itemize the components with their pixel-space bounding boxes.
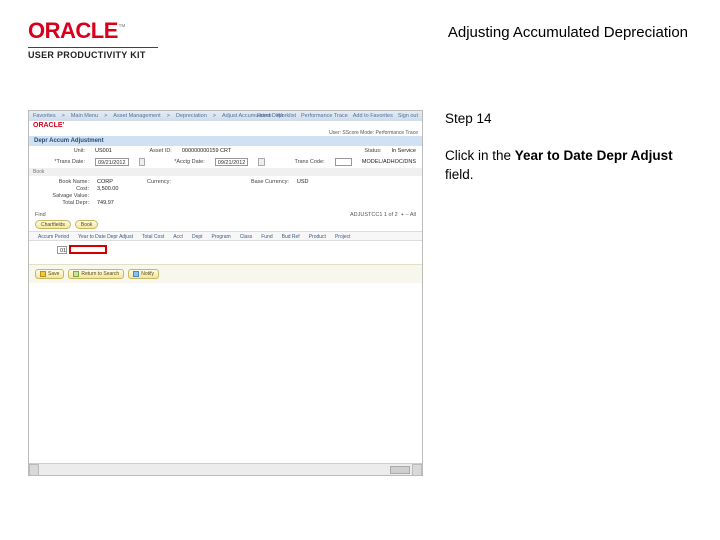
instruction-target: Year to Date Depr Adjust bbox=[515, 148, 673, 163]
label-acct-date: *Acctg Date: bbox=[155, 159, 205, 165]
tab-ytd-depr-adjust[interactable]: Year to Date Depr Adjust bbox=[75, 234, 136, 240]
calendar-icon[interactable] bbox=[139, 158, 145, 166]
link-signout[interactable]: Sign out bbox=[398, 113, 418, 119]
notify-button-label: Notify bbox=[141, 271, 154, 277]
notify-icon bbox=[133, 271, 139, 277]
input-trans-date[interactable]: 09/21/2012 bbox=[95, 158, 129, 166]
horizontal-scrollbar[interactable] bbox=[29, 463, 422, 475]
calendar-icon[interactable] bbox=[258, 158, 264, 166]
chartfields-button[interactable]: Chartfields bbox=[35, 220, 71, 229]
top-right-links: Home Worklist Performance Trace Add to F… bbox=[257, 113, 418, 119]
scroll-right-button[interactable] bbox=[412, 464, 422, 476]
label-unit: Unit: bbox=[35, 148, 85, 154]
input-acct-date[interactable]: 09/21/2012 bbox=[215, 158, 249, 166]
value-total-depr: 749.97 bbox=[97, 200, 114, 206]
link-perf-trace[interactable]: Performance Trace bbox=[301, 113, 348, 119]
tab-class[interactable]: Class bbox=[237, 234, 256, 240]
column-tabs: Accum Period Year to Date Depr Adjust To… bbox=[29, 231, 422, 241]
save-icon bbox=[40, 271, 46, 277]
tab-bud-ref[interactable]: Bud Ref bbox=[279, 234, 303, 240]
label-currency: Currency: bbox=[121, 179, 171, 185]
breadcrumb: Favorites > Main Menu > Asset Management… bbox=[29, 111, 422, 121]
value-unit: US001 bbox=[95, 148, 112, 154]
notify-button[interactable]: Notify bbox=[128, 269, 159, 279]
instruction-text: Click in the Year to Date Depr Adjust fi… bbox=[445, 147, 692, 185]
trademark-symbol: ™ bbox=[118, 23, 126, 32]
scroll-left-button[interactable] bbox=[29, 464, 39, 476]
breadcrumb-item[interactable]: Depreciation bbox=[176, 113, 207, 119]
tab-product[interactable]: Product bbox=[306, 234, 329, 240]
content-title: Depr Accum Adjustment bbox=[29, 136, 422, 146]
book-button[interactable]: Book bbox=[75, 220, 98, 229]
return-button[interactable]: Return to Search bbox=[68, 269, 124, 279]
oracle-wordmark-text: ORACLE bbox=[28, 18, 118, 43]
instruction-pre: Click in the bbox=[445, 148, 515, 163]
label-status: Status: bbox=[332, 148, 382, 154]
label-asset: Asset ID: bbox=[122, 148, 172, 154]
find-label: Find bbox=[35, 212, 46, 218]
find-counter: ADJUSTCC1 1 of 2 bbox=[350, 212, 398, 218]
breadcrumb-item[interactable]: Asset Management bbox=[113, 113, 160, 119]
tab-fund[interactable]: Fund bbox=[258, 234, 275, 240]
value-status: In Service bbox=[392, 148, 416, 154]
save-button-label: Save bbox=[48, 271, 59, 277]
brand-logo: ORACLE™ USER PRODUCTIVITY KIT bbox=[28, 18, 168, 60]
page-title: Adjusting Accumulated Depreciation bbox=[192, 18, 692, 41]
value-asset: 000000000159 CRT bbox=[182, 148, 231, 154]
tab-acct[interactable]: Acct bbox=[170, 234, 186, 240]
value-book-name: CORP bbox=[97, 179, 113, 185]
logo-subtitle: USER PRODUCTIVITY KIT bbox=[28, 50, 168, 60]
label-trans-code: Trans Code: bbox=[275, 159, 325, 165]
instruction-post: field. bbox=[445, 167, 474, 182]
scroll-thumb[interactable] bbox=[390, 466, 410, 474]
app-screenshot: Favorites > Main Menu > Asset Management… bbox=[28, 110, 423, 476]
find-controls[interactable]: + − All bbox=[401, 212, 416, 218]
tab-program[interactable]: Program bbox=[209, 234, 234, 240]
value-base-currency: USD bbox=[297, 179, 309, 185]
label-salvage: Salvage Value: bbox=[39, 193, 89, 199]
step-number: Step 14 bbox=[445, 110, 692, 129]
label-base-currency: Base Currency: bbox=[239, 179, 289, 185]
link-add-fav[interactable]: Add to Favorites bbox=[353, 113, 393, 119]
return-button-label: Return to Search bbox=[81, 271, 119, 277]
label-total-depr: Total Depr: bbox=[39, 200, 89, 206]
ytd-depr-adjust-field[interactable] bbox=[69, 245, 107, 254]
tab-dept[interactable]: Dept bbox=[189, 234, 206, 240]
grid-accum-period-cell[interactable]: 01 bbox=[57, 246, 67, 254]
input-trans-code[interactable] bbox=[335, 158, 352, 166]
tab-accum-period[interactable]: Accum Period bbox=[35, 234, 72, 240]
save-button[interactable]: Save bbox=[35, 269, 64, 279]
return-icon bbox=[73, 271, 79, 277]
section-book: Book bbox=[29, 168, 422, 176]
tab-project[interactable]: Project bbox=[332, 234, 354, 240]
oracle-wordmark: ORACLE™ bbox=[28, 18, 168, 44]
label-trans-date: *Trans Date: bbox=[35, 159, 85, 165]
link-home[interactable]: Home bbox=[257, 113, 272, 119]
link-worklist[interactable]: Worklist bbox=[277, 113, 296, 119]
value-cost: 3,500.00 bbox=[97, 186, 118, 192]
breadcrumb-item[interactable]: Main Menu bbox=[71, 113, 98, 119]
value-rate-type: MODEL/ADHOC/DNS bbox=[362, 159, 416, 165]
label-cost: Cost: bbox=[39, 186, 89, 192]
app-brand: ORACLE' bbox=[33, 122, 64, 129]
breadcrumb-item[interactable]: Favorites bbox=[33, 113, 56, 119]
label-book-name: Book Name: bbox=[39, 179, 89, 185]
grid-row: 01 bbox=[29, 241, 422, 264]
tab-total-cost[interactable]: Total Cost bbox=[139, 234, 167, 240]
logo-divider bbox=[28, 47, 158, 48]
